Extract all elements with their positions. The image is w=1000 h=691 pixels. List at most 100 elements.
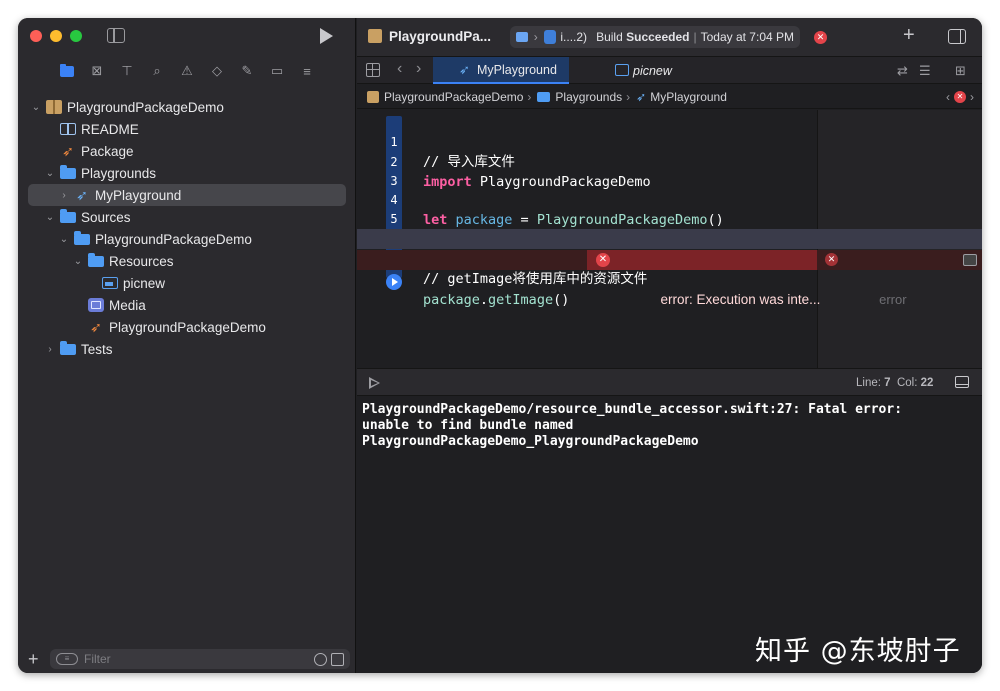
activity-status[interactable]: › i....2) Build Succeeded | Today at 7:0… bbox=[510, 26, 800, 48]
tree-item-project[interactable]: ⌄ PlaygroundPackageDemo bbox=[18, 96, 356, 118]
build-result: Succeeded bbox=[626, 30, 690, 44]
project-title[interactable]: PlaygroundPa... bbox=[389, 29, 499, 44]
inline-error-banner[interactable]: ✕ error: Execution was inte... bbox=[587, 250, 820, 307]
test-glyph: ◇ bbox=[212, 63, 222, 78]
chevron-down-icon[interactable]: ⌄ bbox=[44, 212, 56, 223]
line-value: 7 bbox=[884, 377, 891, 389]
search-icon[interactable]: ⌕ bbox=[148, 62, 166, 80]
chevron-left-icon[interactable]: ‹ bbox=[946, 90, 950, 104]
report-icon[interactable]: ≡ bbox=[298, 62, 316, 80]
tree-item-sources[interactable]: ⌄ Sources bbox=[18, 206, 356, 228]
folder-icon bbox=[60, 165, 76, 179]
folder-icon[interactable] bbox=[58, 62, 76, 80]
related-items-icon[interactable]: ⇄ bbox=[897, 63, 908, 79]
tree-item-label: Tests bbox=[81, 341, 113, 357]
chevron-right-icon[interactable]: › bbox=[970, 90, 974, 104]
debug-icon[interactable]: ✎ bbox=[238, 62, 256, 80]
tree-item-label: Media bbox=[109, 297, 146, 313]
tree-item-readme[interactable]: README bbox=[18, 118, 356, 140]
filter-icon[interactable]: ≡ bbox=[56, 653, 78, 665]
method: getImage bbox=[488, 292, 554, 308]
tree-item-label: PlaygroundPackageDemo bbox=[95, 231, 252, 247]
filter-input[interactable] bbox=[84, 652, 310, 666]
inspector-toggle-icon[interactable] bbox=[948, 29, 966, 44]
chevron-right-icon[interactable]: › bbox=[44, 344, 56, 355]
code-text: . bbox=[479, 292, 489, 308]
test-icon[interactable]: ◇ bbox=[208, 62, 226, 80]
variable: package bbox=[423, 292, 480, 308]
tree-item-picnew[interactable]: picnew bbox=[18, 272, 356, 294]
error-icon[interactable]: ✕ bbox=[954, 91, 966, 103]
code-text: // getImage将使用库中的资源文件 bbox=[423, 271, 648, 287]
editor-options-icon[interactable]: ☰ bbox=[919, 63, 931, 79]
hierarchy-icon[interactable]: ⊤ bbox=[118, 62, 136, 80]
chevron-down-icon[interactable]: ⌄ bbox=[72, 256, 84, 267]
tree-item-myplayground[interactable]: › ➶ MyPlayground bbox=[28, 184, 346, 206]
code-line[interactable]: 1 // 导入库文件 bbox=[357, 112, 982, 170]
breadcrumb-file[interactable]: MyPlayground bbox=[650, 90, 727, 104]
filter-field: ≡ bbox=[50, 649, 350, 669]
code-line[interactable]: 6 bbox=[357, 209, 982, 246]
code-line-error[interactable]: 8 package.getImage() ✕ error: Execution … bbox=[357, 250, 982, 308]
add-editor-icon[interactable]: ⊞ bbox=[955, 63, 966, 79]
chevron-right-icon[interactable]: › bbox=[58, 190, 70, 201]
code-line[interactable]: 3 bbox=[357, 151, 982, 188]
editor-tabbar: ‹ › ➶ MyPlayground picnew ⇄ ☰ ⊞ bbox=[357, 56, 982, 84]
add-file-button[interactable]: + bbox=[28, 649, 44, 670]
warning-glyph: ⚠ bbox=[181, 63, 193, 78]
package-icon bbox=[367, 90, 379, 103]
quick-look-icon[interactable] bbox=[963, 254, 977, 266]
error-icon[interactable]: ✕ bbox=[814, 31, 827, 44]
result-error-label: error bbox=[879, 292, 907, 307]
image-icon bbox=[615, 64, 629, 76]
forward-arrow-icon[interactable]: › bbox=[416, 60, 421, 78]
tree-item-package[interactable]: ➶ Package bbox=[18, 140, 356, 162]
code-text: () bbox=[553, 292, 570, 308]
tree-item-label: MyPlayground bbox=[95, 187, 182, 203]
source-control-filter-icon[interactable] bbox=[331, 652, 344, 666]
folder-icon bbox=[88, 253, 104, 267]
execute-icon[interactable] bbox=[386, 274, 402, 290]
minimize-window-button[interactable] bbox=[50, 30, 62, 42]
search-glyph: ⌕ bbox=[153, 63, 161, 78]
zoom-window-button[interactable] bbox=[70, 30, 82, 42]
folder-icon bbox=[74, 231, 90, 245]
recent-files-icon[interactable] bbox=[314, 652, 327, 666]
chevron-right-icon: › bbox=[527, 89, 532, 104]
code-line[interactable]: 5 package.text bbox=[357, 189, 982, 247]
back-arrow-icon[interactable]: ‹ bbox=[397, 60, 402, 78]
tree-item-sources-module[interactable]: ⌄ PlaygroundPackageDemo bbox=[18, 228, 356, 250]
warning-icon[interactable]: ⚠ bbox=[178, 62, 196, 80]
code-line-current[interactable]: 7 // getImage将使用库中的资源文件 bbox=[357, 229, 982, 287]
media-icon bbox=[88, 298, 104, 312]
play-icon[interactable] bbox=[320, 28, 333, 44]
tree-item-resources[interactable]: ⌄ Resources bbox=[18, 250, 356, 272]
code-line[interactable]: 2 import PlaygroundPackageDemo bbox=[357, 132, 982, 190]
tab-picnew[interactable]: picnew bbox=[589, 57, 709, 84]
swift-icon: ➶ bbox=[636, 89, 647, 104]
debug-area-toggle-icon[interactable] bbox=[955, 376, 969, 388]
tree-item-playgrounds[interactable]: ⌄ Playgrounds bbox=[18, 162, 356, 184]
source-control-icon[interactable]: ⊠ bbox=[88, 62, 106, 80]
breadcrumb-folder[interactable]: Playgrounds bbox=[555, 90, 622, 104]
jump-bar: PlaygroundPackageDemo › Playgrounds › ➶ … bbox=[357, 85, 982, 109]
tab-myplayground[interactable]: ➶ MyPlayground bbox=[433, 57, 569, 84]
code-editor[interactable]: 1 // 导入库文件 2 import PlaygroundPackageDem… bbox=[357, 110, 982, 368]
breadcrumb-project[interactable]: PlaygroundPackageDemo bbox=[384, 90, 523, 104]
result-error[interactable]: ✕ error bbox=[823, 250, 907, 330]
chevron-down-icon[interactable]: ⌄ bbox=[58, 234, 70, 245]
close-window-button[interactable] bbox=[30, 30, 42, 42]
breakpoint-icon[interactable]: ▭ bbox=[268, 62, 286, 80]
tree-item-swift-file[interactable]: ➶ PlaygroundPackageDemo bbox=[18, 316, 356, 338]
sidebar-icon[interactable] bbox=[107, 28, 125, 43]
tree-item-media[interactable]: Media bbox=[18, 294, 356, 316]
chevron-down-icon[interactable]: ⌄ bbox=[30, 102, 42, 113]
code-line[interactable]: 4 let package = PlaygroundPackageDemo() bbox=[357, 170, 982, 228]
chevron-down-icon[interactable]: ⌄ bbox=[44, 168, 56, 179]
scheme-target[interactable]: i....2) bbox=[560, 30, 587, 44]
grid-icon[interactable] bbox=[366, 63, 380, 77]
tree-item-tests[interactable]: › Tests bbox=[18, 338, 356, 360]
folder-icon bbox=[60, 209, 76, 223]
library-add-button[interactable]: + bbox=[903, 24, 915, 47]
image-icon bbox=[102, 277, 118, 289]
